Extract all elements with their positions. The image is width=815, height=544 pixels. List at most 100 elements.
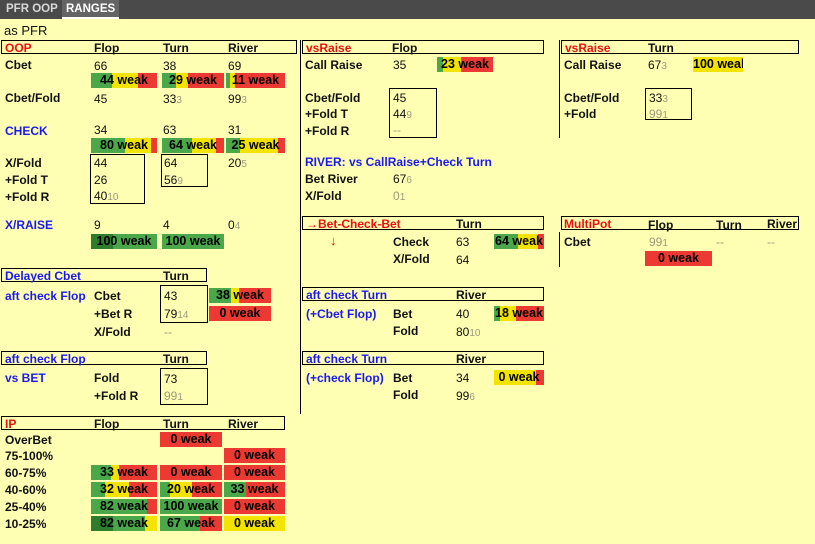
oop-title: OOP <box>5 41 32 55</box>
call-raise-turn[interactable]: 673 <box>648 58 667 72</box>
fold-t-flop[interactable]: 26 <box>94 173 107 187</box>
xraise-flop[interactable]: 9 <box>94 218 101 232</box>
row-label-xfold: X/Fold <box>305 189 342 203</box>
vsraise-fold-t[interactable]: 449 <box>393 107 412 121</box>
multipot-cbet-river[interactable]: -- <box>767 235 775 249</box>
row-label-call-raise: Call Raise <box>305 58 363 72</box>
row-label-bet-r: +Bet R <box>94 307 133 321</box>
row-label-fold-t: +Fold T <box>305 107 348 121</box>
bcb-col: Turn <box>456 217 482 231</box>
ip-col-river: River <box>228 417 259 431</box>
delayed-xfold-value[interactable]: -- <box>164 325 172 339</box>
multipot-col-turn: Turn <box>716 218 742 232</box>
cbet-turn-bar: 29 weak <box>162 73 224 88</box>
bcb-check-value[interactable]: 63 <box>456 235 469 249</box>
tab-pfr-oop[interactable]: PFR OOP <box>2 0 62 19</box>
vsraise-fold-r[interactable]: -- <box>393 123 401 137</box>
aft-flop-vsbet-fold-r-value[interactable]: 991 <box>164 389 183 403</box>
col-river: River <box>228 41 259 55</box>
ip-row-label: OverBet <box>5 433 52 447</box>
aft-flop-vsbet-fold-value[interactable]: 73 <box>164 372 177 386</box>
aft-turn-check-bet-value[interactable]: 34 <box>456 371 469 385</box>
page-title: as PFR <box>4 23 48 38</box>
xfold-turn[interactable]: 64 <box>164 156 177 170</box>
row-label-xfold: X/Fold <box>94 325 131 339</box>
column-divider <box>559 232 560 267</box>
ip-row-label: 25-40% <box>5 500 47 514</box>
check-river-bar: 25 weak <box>226 138 285 153</box>
row-label-call-raise: Call Raise <box>564 58 622 72</box>
row-label-fold: Fold <box>393 324 419 338</box>
row-label-xraise: X/RAISE <box>5 218 54 232</box>
aft-turn-cbet-title: aft check Turn <box>306 288 388 302</box>
vsraise-turn-col: Turn <box>648 41 674 55</box>
tab-bar: PFR OOP RANGES <box>0 0 815 19</box>
cbet-turn[interactable]: 38 <box>163 59 176 73</box>
xraise-river[interactable]: 04 <box>228 218 240 232</box>
vsraise-cbet-fold[interactable]: 45 <box>393 91 406 105</box>
ip-40-60-river-bar: 33 weak <box>224 482 285 497</box>
tab-ranges[interactable]: RANGES <box>62 0 120 19</box>
aft-turn-cbet-col: River <box>456 288 487 302</box>
ip-60-75-turn-bar: 0 weak <box>160 465 222 480</box>
ip-col-turn: Turn <box>163 417 189 431</box>
cbet-fold-turn[interactable]: 333 <box>163 92 182 106</box>
ip-overbet-turn-bar: 0 weak <box>160 432 222 447</box>
xfold-river[interactable]: 205 <box>228 156 247 170</box>
ip-40-60-flop-bar: 32 weak <box>91 482 157 497</box>
row-label-xfold: X/Fold <box>5 156 42 170</box>
ip-25-40-flop-bar: 82 weak <box>91 499 157 514</box>
aft-turn-check-subtitle: (+check Flop) <box>306 371 384 385</box>
delayed-subtitle: aft check Flop <box>5 289 86 303</box>
vsraise-turn-fold[interactable]: 991 <box>649 107 668 121</box>
xraise-turn[interactable]: 4 <box>163 218 170 232</box>
ip-row-label: 75-100% <box>5 449 54 463</box>
aft-turn-cbet-bet-bar: 18 weak <box>494 306 544 321</box>
vsraise-turn-title: vsRaise <box>565 41 611 55</box>
delayed-col: Turn <box>163 269 189 283</box>
row-label-cbet: Cbet <box>564 235 591 249</box>
ip-25-40-river-bar: 0 weak <box>224 499 285 514</box>
multipot-cbet-turn[interactable]: -- <box>716 235 724 249</box>
river-xfold-value[interactable]: 01 <box>393 189 405 203</box>
bet-river-value[interactable]: 676 <box>393 172 412 186</box>
bcb-xfold-value[interactable]: 64 <box>456 253 469 267</box>
call-raise-flop[interactable]: 35 <box>393 58 406 72</box>
aft-turn-check-fold-value[interactable]: 996 <box>456 389 475 403</box>
call-raise-flop-bar: 23 weak <box>437 57 493 72</box>
ip-col-flop: Flop <box>94 417 120 431</box>
aft-turn-cbet-fold-value[interactable]: 8010 <box>456 325 480 339</box>
cbet-river[interactable]: 69 <box>228 59 241 73</box>
aft-turn-cbet-subtitle: (+Cbet Flop) <box>306 307 377 321</box>
row-label-fold: +Fold <box>564 107 597 121</box>
xfold-flop[interactable]: 44 <box>94 156 107 170</box>
fold-t-turn[interactable]: 569 <box>164 173 183 187</box>
vsraise-turn-cbet-fold[interactable]: 333 <box>649 91 668 105</box>
cbet-fold-flop[interactable]: 45 <box>94 92 107 106</box>
check-river[interactable]: 31 <box>228 123 241 137</box>
arrow-down-icon: ↓ <box>330 233 337 248</box>
aft-turn-check-title: aft check Turn <box>306 352 388 366</box>
delayed-bet-r-value[interactable]: 7914 <box>164 307 188 321</box>
delayed-title: Delayed Cbet <box>5 269 82 283</box>
aft-flop-vsbet-col: Turn <box>163 352 189 366</box>
row-label-bet: Bet <box>393 307 413 321</box>
multipot-title: MultiPot <box>564 217 612 231</box>
multipot-cbet-flop[interactable]: 991 <box>649 235 668 249</box>
row-label-cbet-fold: Cbet/Fold <box>564 91 620 105</box>
xraise-turn-bar: 100 weak <box>162 234 224 249</box>
row-label-fold: Fold <box>94 371 120 385</box>
cbet-flop[interactable]: 66 <box>94 59 107 73</box>
check-turn[interactable]: 63 <box>163 123 176 137</box>
row-label-fold: Fold <box>393 388 419 402</box>
column-divider <box>300 40 301 414</box>
row-label-cbet-fold: Cbet/Fold <box>305 91 361 105</box>
ip-title: IP <box>5 417 17 431</box>
multipot-col-flop: Flop <box>648 218 674 232</box>
row-label-check: Check <box>393 235 430 249</box>
cbet-fold-river[interactable]: 993 <box>228 92 247 106</box>
delayed-cbet-value[interactable]: 43 <box>164 289 177 303</box>
check-flop[interactable]: 34 <box>94 123 107 137</box>
aft-turn-cbet-bet-value[interactable]: 40 <box>456 307 469 321</box>
fold-r-flop[interactable]: 4010 <box>94 189 118 203</box>
